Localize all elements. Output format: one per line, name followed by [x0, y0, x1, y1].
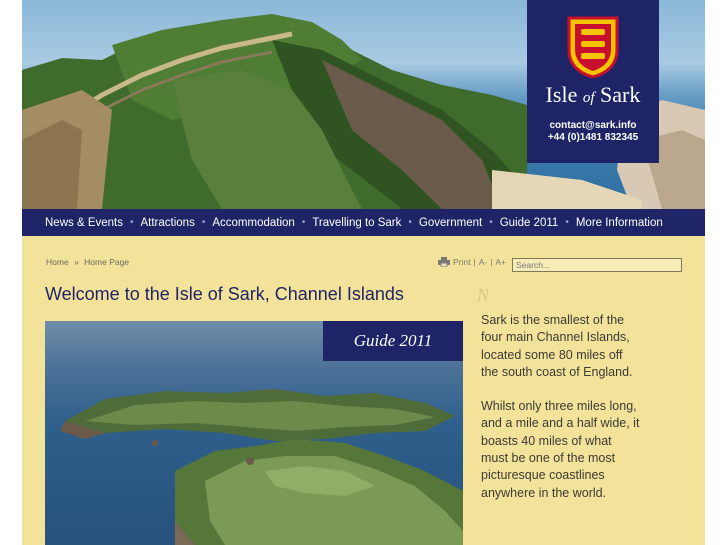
intro-text: Sark is the smallest of the four main Ch… — [481, 312, 641, 519]
nav-separator: • — [301, 217, 306, 228]
intro-paragraph-2: Whilst only three miles long, and a mile… — [481, 399, 640, 500]
contact-email-link[interactable]: contact@sark.info — [527, 120, 659, 132]
island-aerial-photo[interactable]: Guide 2011 — [45, 321, 463, 545]
nav-item-news-events[interactable]: News & Events — [45, 217, 123, 229]
brand-title: Isle of Sark — [527, 82, 659, 108]
main-navigation: News & Events • Attractions • Accommodat… — [22, 209, 705, 236]
contact-phone: +44 (0)1481 832345 — [547, 132, 639, 143]
tools-divider: | — [473, 257, 476, 267]
page-title: Welcome to the Isle of Sark, Channel Isl… — [45, 284, 404, 304]
nav-item-more-information[interactable]: More Information — [576, 217, 663, 229]
tools-divider: | — [490, 257, 493, 267]
breadcrumb-separator: » — [74, 257, 79, 267]
nav-separator: • — [129, 217, 134, 228]
nav-item-government[interactable]: Government — [419, 217, 482, 229]
print-link[interactable]: Print — [453, 257, 470, 267]
page: Isle of Sark contact@sark.info +44 (0)14… — [22, 0, 705, 545]
page-tools: Print | A- | A+ — [438, 257, 509, 267]
header-banner-photo: Isle of Sark contact@sark.info +44 (0)14… — [22, 0, 705, 209]
nav-item-attractions[interactable]: Attractions — [141, 217, 195, 229]
brand-contact: contact@sark.info +44 (0)1481 832345 — [527, 120, 659, 144]
text-larger-button[interactable]: A+ — [495, 257, 506, 267]
nav-separator: • — [565, 217, 569, 228]
brand-panel: Isle of Sark contact@sark.info +44 (0)14… — [527, 0, 659, 163]
brand-title-sark: Sark — [600, 82, 641, 107]
printer-icon[interactable] — [438, 257, 450, 267]
nav-separator: • — [201, 217, 206, 228]
crest-icon — [567, 16, 619, 78]
breadcrumb: Home » Home Page — [46, 257, 132, 267]
breadcrumb-current: Home Page — [84, 257, 130, 267]
nav-separator: • — [489, 217, 493, 228]
text-smaller-button[interactable]: A- — [479, 257, 488, 267]
breadcrumb-home-link[interactable]: Home — [46, 257, 69, 267]
compass-decoration: N — [477, 285, 490, 305]
nav-item-accommodation[interactable]: Accommodation — [212, 217, 294, 229]
intro-paragraph-1: Sark is the smallest of the four main Ch… — [481, 313, 633, 379]
brand-title-of: of — [582, 90, 595, 106]
search-input[interactable] — [512, 258, 682, 272]
nav-separator: • — [408, 217, 412, 228]
nav-item-guide-2011[interactable]: Guide 2011 — [500, 217, 559, 229]
guide-2011-badge[interactable]: Guide 2011 — [323, 321, 463, 361]
brand-title-isle: Isle — [545, 82, 578, 107]
nav-item-travelling-to-sark[interactable]: Travelling to Sark — [312, 217, 401, 229]
